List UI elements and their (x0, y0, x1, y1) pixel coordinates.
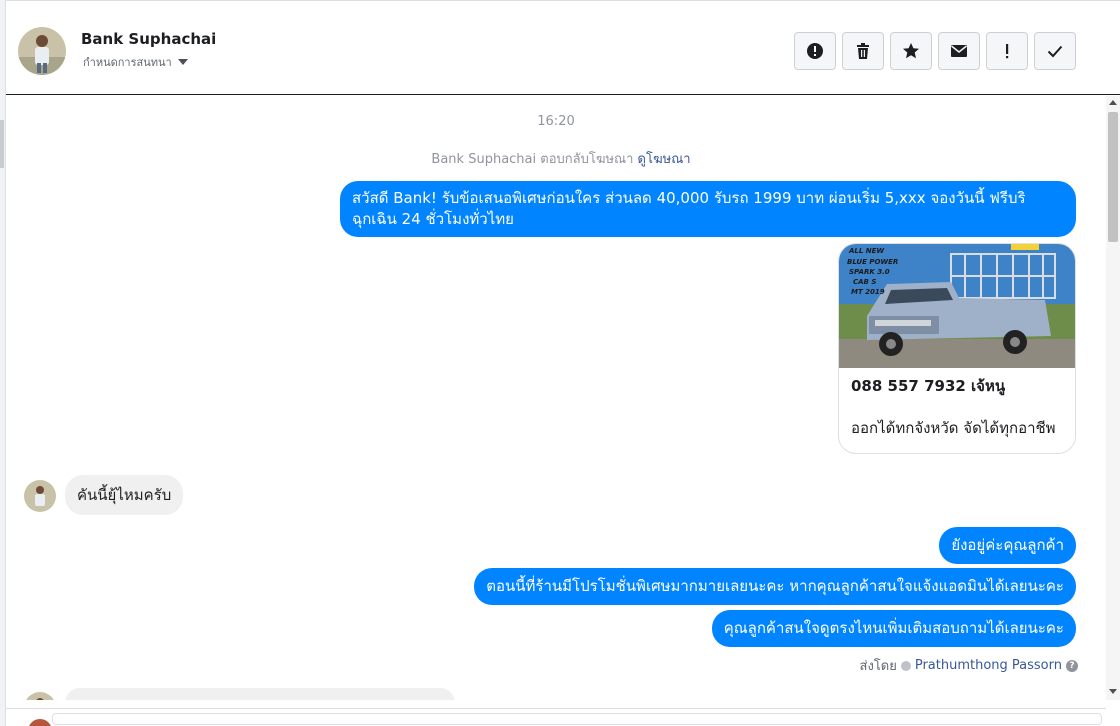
message-input[interactable] (52, 713, 1102, 725)
follow-up-button[interactable] (986, 32, 1028, 70)
scroll-up-arrow-icon[interactable] (1109, 100, 1117, 105)
truck-ad-image: ALL NEW BLUE POWER SPARK 3.0 CAB S MT 20… (839, 244, 1075, 368)
star-button[interactable] (890, 32, 932, 70)
ad-reply-text: Bank Suphachai ตอบกลับโฆษณา (431, 152, 634, 167)
incoming-avatar (24, 480, 56, 512)
ad-image-line-4: CAB S (853, 278, 876, 286)
incoming-message[interactable]: คันนี้ยุ้ไหมครับ (65, 475, 184, 515)
ad-card-title: 088 557 7932 เจ้หนู (851, 377, 1006, 395)
page-icon (900, 660, 911, 671)
thread-scrollbar[interactable] (1106, 96, 1120, 700)
incoming-message[interactable] (65, 688, 455, 700)
contact-name[interactable]: Bank Suphachai (81, 30, 216, 48)
outgoing-message[interactable]: สวัสดี Bank! รับข้อเสนอพิเศษก่อนใคร ส่วน… (340, 181, 1076, 237)
sent-by-prefix: ส่งโดย (859, 659, 897, 674)
composer-avatar (28, 719, 52, 726)
star-icon (903, 43, 919, 59)
left-edge-marker (0, 120, 4, 168)
ad-image-line-5: MT 2019 (851, 288, 885, 296)
alert-circle-icon (807, 43, 823, 59)
ad-image-line-1: ALL NEW (848, 247, 884, 255)
outgoing-message[interactable]: คุณลูกค้าสนใจดูตรงไหนเพิ่มเติมสอบถามได้เ… (711, 610, 1076, 647)
toolbar (794, 32, 1076, 70)
help-icon[interactable]: ? (1066, 659, 1078, 672)
conversation-settings-dropdown[interactable]: กำหนดการสนทนา (83, 53, 188, 71)
message-thread: 16:20 Bank Suphachai ตอบกลับโฆษณา ดูโฆษณ… (6, 96, 1106, 700)
ad-card[interactable]: ALL NEW BLUE POWER SPARK 3.0 CAB S MT 20… (838, 243, 1076, 454)
caret-down-icon (177, 59, 188, 65)
view-ad-link[interactable]: ดูโฆษณา (638, 152, 691, 167)
outgoing-message[interactable]: ตอนนี้ที่ร้านมีโปรโมชั่นพิเศษมากมายเลยนะ… (474, 568, 1076, 605)
mark-done-button[interactable] (1034, 32, 1076, 70)
delete-button[interactable] (842, 32, 884, 70)
conversation-header: Bank Suphachai กำหนดการสนทนา (6, 0, 1120, 95)
envelope-icon (951, 45, 967, 57)
sender-name-link[interactable]: Prathumthong Passorn (915, 658, 1062, 673)
scroll-down-arrow-icon[interactable] (1109, 689, 1117, 694)
conversation-settings-label: กำหนดการสนทนา (83, 56, 172, 69)
ad-image-line-3: SPARK 3.0 (849, 268, 890, 276)
message-composer (6, 708, 1106, 726)
outgoing-message[interactable]: ยังอยู่ค่ะคุณลูกค้า (939, 527, 1076, 564)
trash-icon (857, 43, 869, 59)
exclamation-icon (1006, 44, 1009, 59)
timestamp: 16:20 (537, 114, 575, 129)
sent-by-label: ส่งโดย Prathumthong Passorn ? (860, 655, 1078, 676)
incoming-avatar (24, 692, 56, 700)
scroll-thumb[interactable] (1108, 112, 1118, 242)
mark-unread-button[interactable] (938, 32, 980, 70)
ad-card-description: ออกได้ทกจังหวัด จัดได้ทุกอาชีพ (851, 419, 1056, 437)
ad-reply-notice: Bank Suphachai ตอบกลับโฆษณา ดูโฆษณา (6, 148, 1106, 169)
checkmark-icon (1047, 45, 1063, 58)
ad-image-line-2: BLUE POWER (847, 258, 898, 266)
spam-button[interactable] (794, 32, 836, 70)
avatar[interactable] (18, 27, 66, 75)
